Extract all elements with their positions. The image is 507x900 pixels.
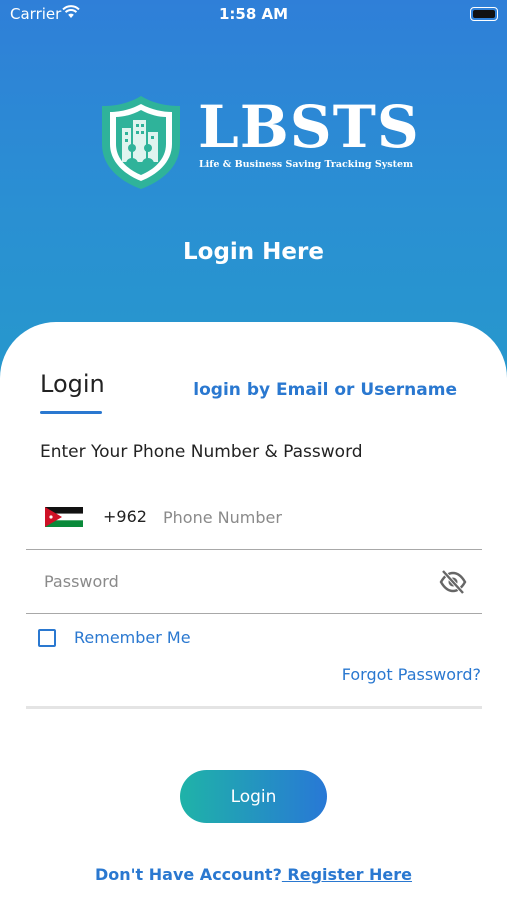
brand-logo: LBSTS Life & Business Saving Tracking Sy…: [98, 93, 420, 194]
status-time: 1:58 AM: [218, 5, 289, 23]
page-title: Login Here: [183, 239, 324, 265]
remember-me-label[interactable]: Remember Me: [74, 628, 191, 647]
battery-icon: [470, 7, 498, 21]
register-prompt-text: Don't Have Account?: [94, 865, 282, 884]
checkbox-box[interactable]: [38, 629, 56, 647]
brand-subtitle: Life & Business Saving Tracking System: [199, 159, 414, 170]
register-prompt: Don't Have Account? Register Here: [0, 865, 507, 884]
register-link[interactable]: Register Here: [282, 865, 412, 884]
login-by-email-link[interactable]: login by Email or Username: [193, 380, 457, 400]
tab-underline: [40, 411, 102, 414]
shield-logo-icon: [102, 96, 180, 189]
password-input[interactable]: [44, 568, 404, 594]
phone-number-input[interactable]: [163, 504, 463, 530]
brand-title: LBSTS: [198, 93, 420, 161]
tab-login[interactable]: Login: [40, 370, 105, 398]
divider: [26, 706, 482, 709]
password-field: [26, 558, 482, 614]
phone-field: +962: [26, 494, 482, 550]
forgot-password-link[interactable]: Forgot Password?: [342, 665, 481, 684]
login-card: Login login by Email or Username Enter Y…: [0, 322, 507, 900]
country-code[interactable]: +962: [103, 507, 147, 526]
jordan-flag-icon[interactable]: [45, 507, 83, 527]
eye-off-icon[interactable]: [438, 567, 468, 597]
status-bar: Carrier 1:58 AM: [0, 0, 507, 28]
instructions-text: Enter Your Phone Number & Password: [40, 442, 363, 462]
login-button[interactable]: Login: [180, 770, 327, 823]
